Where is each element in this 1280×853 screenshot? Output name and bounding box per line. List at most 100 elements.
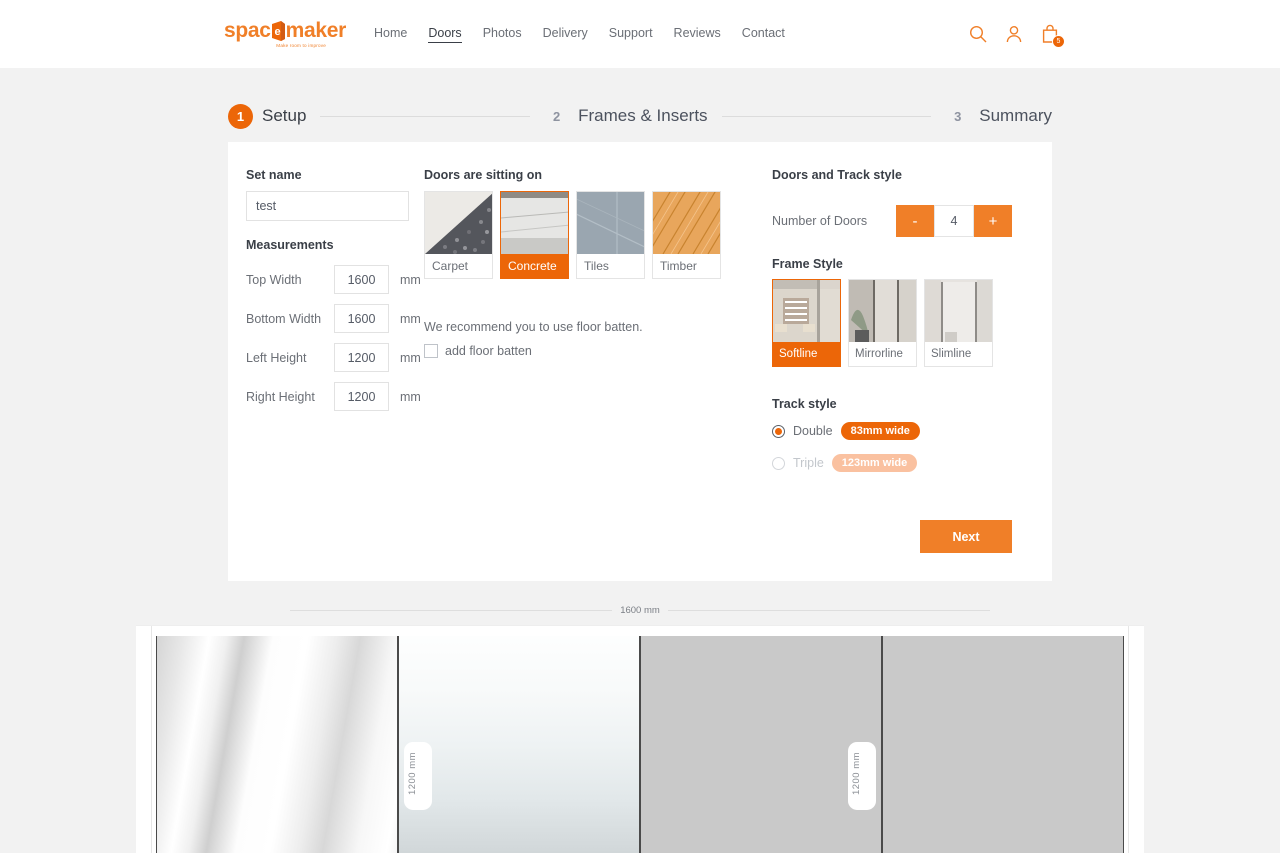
left-height-input[interactable] [334, 343, 389, 372]
set-name-input[interactable] [246, 191, 409, 221]
nav-item-doors[interactable]: Doors [428, 26, 462, 43]
carpet-label: Carpet [432, 259, 469, 273]
increase-doors-button[interactable]: + [974, 205, 1012, 237]
door-panel-1[interactable] [156, 636, 398, 853]
number-of-doors-label: Number of Doors [772, 214, 868, 228]
logo-door-icon: e [271, 20, 286, 41]
step-summary[interactable]: 3 Summary [945, 104, 1052, 129]
preview-right-dimension: 1200 mm [848, 741, 876, 810]
frame-option-mirrorline[interactable]: Mirrorline [848, 279, 917, 367]
page-body: 1 Setup 2 Frames & Inserts 3 Summary Set… [0, 68, 1280, 853]
track-double-label: Double [793, 424, 833, 438]
door-panel-2[interactable] [398, 636, 640, 853]
brand-logo[interactable]: spac e maker Make room to improve [224, 19, 346, 48]
right-height-label: Right Height [246, 389, 315, 404]
floor-option-timber[interactable]: Timber [652, 191, 721, 279]
dimension-line-right [667, 609, 991, 611]
door-panel-4[interactable] [882, 636, 1124, 853]
measurement-row-bottom-width: Bottom Width mm [246, 299, 424, 338]
floor-option-concrete[interactable]: Concrete [500, 191, 569, 279]
setup-card: Set name Measurements Top Width mm Botto… [228, 142, 1052, 581]
preview-right-height-label: 1200 mm [851, 751, 862, 795]
number-of-doors-row: Number of Doors - + [772, 205, 1034, 237]
floor-swatch-group: Carpet Concrete Tiles Timber [424, 191, 772, 279]
column-floor: Doors are sitting on Carpet Concrete Til… [424, 168, 772, 553]
preview-left-height-label: 1200 mm [407, 751, 418, 795]
nav-item-photos[interactable]: Photos [483, 26, 522, 43]
svg-text:e: e [274, 26, 280, 38]
preview-canvas: 1200 mm 1200 mm [136, 625, 1144, 853]
frame-style-title: Frame Style [772, 257, 843, 271]
nav-item-reviews[interactable]: Reviews [674, 26, 721, 43]
preview-left-dimension: 1200 mm [404, 741, 432, 810]
bottom-width-input[interactable] [334, 304, 389, 333]
carpet-texture-icon [425, 192, 492, 254]
next-button-wrap: Next [772, 486, 1034, 553]
timber-label: Timber [660, 259, 697, 273]
timber-texture-icon [653, 192, 720, 255]
logo-tagline: Make room to improve [276, 43, 326, 48]
top-width-input[interactable] [334, 265, 389, 294]
mirrorline-preview-icon [849, 280, 916, 342]
track-option-double[interactable]: Double 83mm wide [772, 422, 1034, 440]
step-indicator: 1 Setup 2 Frames & Inserts 3 Summary [228, 94, 1052, 138]
step-summary-label: Summary [979, 106, 1052, 125]
main-nav: Home Doors Photos Delivery Support Revie… [374, 26, 785, 43]
nav-item-home[interactable]: Home [374, 26, 407, 43]
right-height-input[interactable] [334, 382, 389, 411]
top-width-label: Top Width [246, 272, 302, 287]
search-icon[interactable] [968, 24, 988, 44]
step-setup-number: 1 [228, 103, 253, 129]
concrete-texture-icon [501, 192, 568, 254]
preview-rail-left [151, 626, 152, 853]
left-height-unit: mm [400, 350, 421, 365]
slimline-label: Slimline [931, 348, 972, 360]
floor-batten-label: add floor batten [445, 344, 532, 358]
dimension-line-left [290, 609, 613, 611]
nav-item-support[interactable]: Support [609, 26, 653, 43]
step-frames-inserts[interactable]: 2 Frames & Inserts [544, 104, 708, 129]
logo-text-part2: maker [285, 19, 347, 42]
floor-title: Doors are sitting on [424, 168, 543, 182]
track-double-radio[interactable] [772, 424, 785, 438]
next-button[interactable]: Next [920, 520, 1012, 553]
door-set [156, 636, 1124, 853]
floor-batten-checkbox[interactable] [424, 344, 438, 358]
tiles-texture-icon [577, 192, 644, 259]
softline-label: Softline [779, 348, 818, 360]
floor-option-carpet[interactable]: Carpet [424, 191, 493, 279]
frame-style-group: Softline Mirrorline Slimline [772, 279, 1034, 367]
frame-option-softline[interactable]: Softline [772, 279, 841, 367]
preview-top-dimension: 1600 mm [290, 603, 991, 617]
step-divider-1 [320, 115, 531, 117]
door-panel-3[interactable] [640, 636, 882, 853]
nav-item-contact[interactable]: Contact [742, 26, 785, 43]
track-option-triple[interactable]: Triple 123mm wide [772, 454, 1034, 472]
track-triple-radio[interactable] [772, 456, 785, 470]
step-setup[interactable]: 1 Setup [228, 103, 307, 129]
frame-option-slimline[interactable]: Slimline [924, 279, 993, 367]
track-style-title: Track style [772, 397, 837, 411]
measurements-title: Measurements [246, 238, 334, 252]
cart-icon[interactable]: 5 [1040, 24, 1065, 48]
account-icon[interactable] [1004, 24, 1024, 44]
configurator-content: 1 Setup 2 Frames & Inserts 3 Summary Set… [228, 68, 1052, 581]
nav-item-delivery[interactable]: Delivery [543, 26, 588, 43]
decrease-doors-button[interactable]: - [896, 205, 934, 237]
floor-option-tiles[interactable]: Tiles [576, 191, 645, 279]
column-measurements: Set name Measurements Top Width mm Botto… [228, 168, 424, 553]
floor-batten-row[interactable]: add floor batten [424, 344, 772, 358]
measurement-row-top-width: Top Width mm [246, 260, 424, 299]
track-triple-badge: 123mm wide [831, 454, 918, 472]
preview-width-label: 1600 mm [612, 604, 668, 616]
set-name-title: Set name [246, 168, 302, 182]
logo-text-part1: spac [224, 19, 271, 42]
bottom-width-unit: mm [400, 311, 421, 326]
measurement-row-right-height: Right Height mm [246, 377, 424, 416]
floor-batten-recommendation: We recommend you to use floor batten. [424, 320, 643, 334]
step-setup-label: Setup [262, 106, 307, 125]
tiles-label: Tiles [584, 259, 609, 273]
top-width-unit: mm [400, 272, 421, 287]
mirrorline-label: Mirrorline [855, 348, 903, 360]
doors-count-input[interactable] [934, 205, 974, 237]
